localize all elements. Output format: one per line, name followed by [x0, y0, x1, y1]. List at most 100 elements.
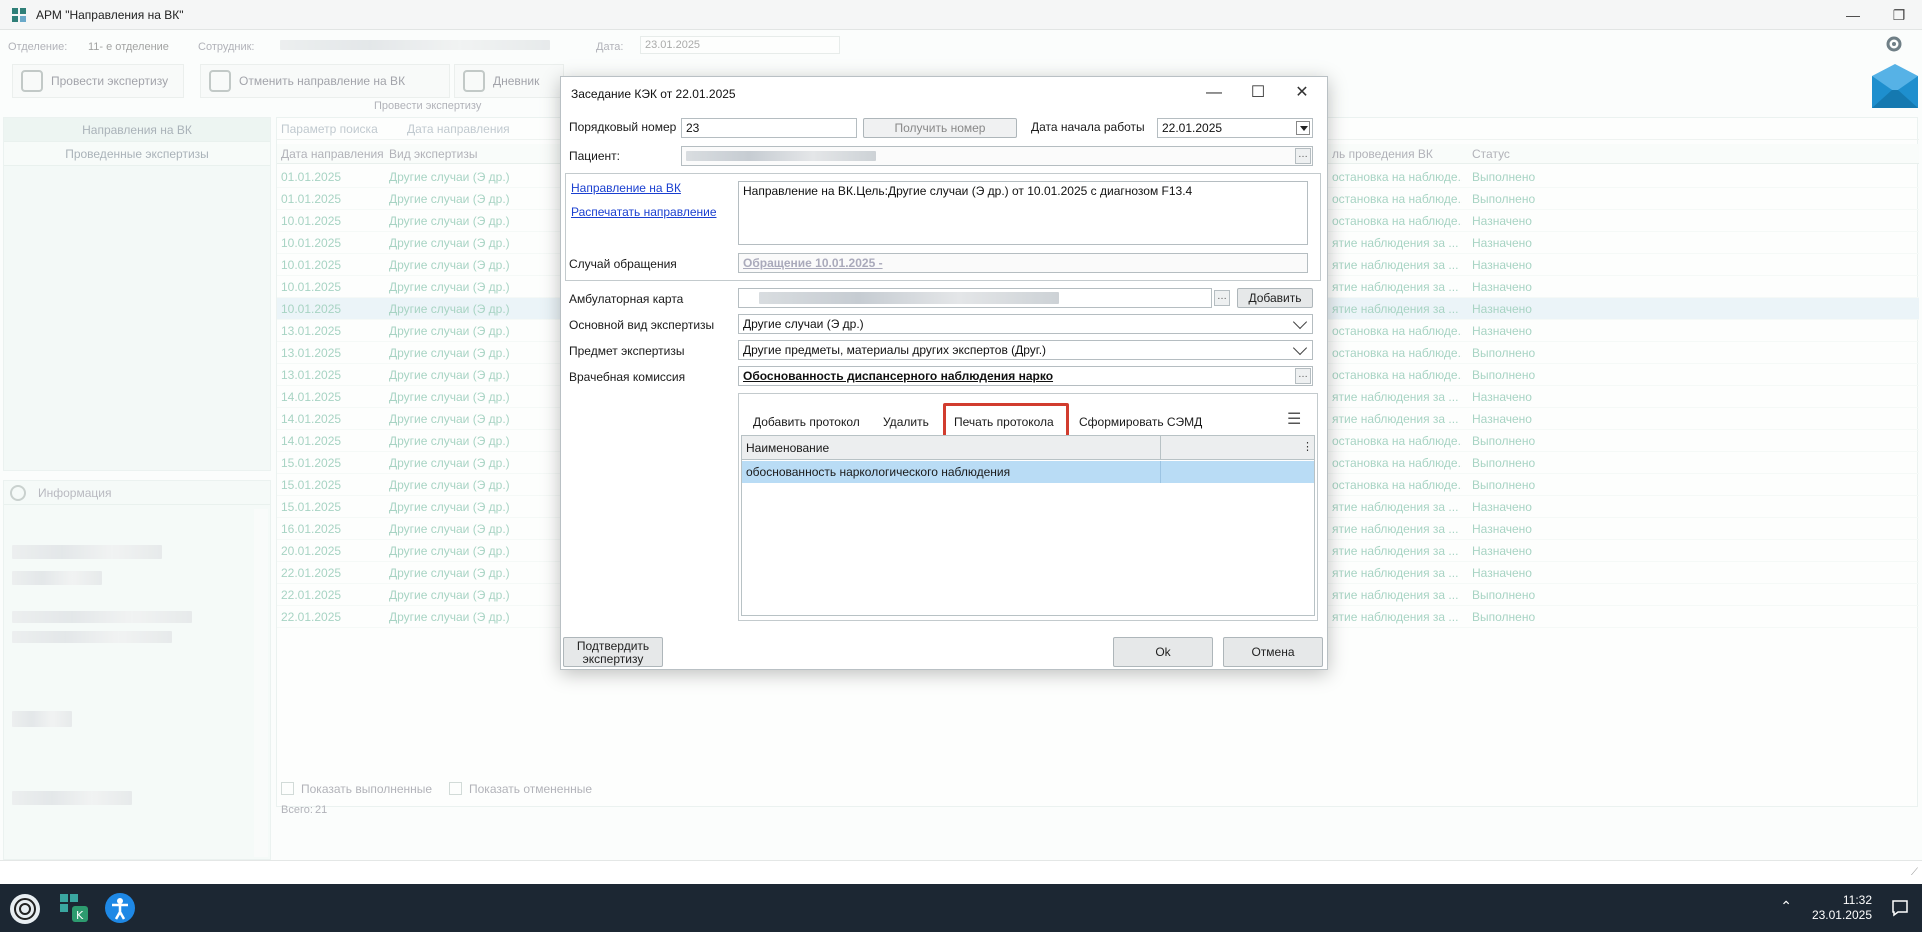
ok-button[interactable]: Ok — [1113, 637, 1213, 667]
cell-kind: Другие случаи (Э др.) — [389, 236, 510, 250]
col-status[interactable]: Статус — [1472, 147, 1510, 161]
patient-picker-button[interactable]: … — [1295, 148, 1311, 164]
cell-date: 22.01.2025 — [281, 588, 342, 602]
cell-purpose: ятие наблюдения за ... — [1332, 258, 1459, 272]
case-field[interactable]: Обращение 10.01.2025 - — [738, 253, 1308, 273]
col-date[interactable]: Дата направления — [281, 147, 384, 161]
nav-item-referrals[interactable]: Направления на ВК — [4, 118, 270, 142]
confirm-exam-button[interactable]: Подтвердить экспертизу — [563, 637, 663, 667]
info-panel-header[interactable]: Информация — [4, 481, 270, 505]
cell-purpose: остановка на наблюде... — [1332, 434, 1462, 448]
resize-grip-icon[interactable]: ⟋ — [1911, 867, 1918, 878]
cell-date: 15.01.2025 — [281, 500, 342, 514]
commission-label: Врачебная комиссия — [569, 370, 686, 384]
restore-icon[interactable]: ❐ — [1888, 5, 1910, 25]
clock-time: 11:32 — [1842, 893, 1872, 907]
kebab-icon[interactable]: ⋮ — [1302, 440, 1313, 453]
menu-icon[interactable]: ☰ — [1287, 409, 1301, 429]
cell-status: Назначено — [1472, 566, 1532, 580]
accessibility-icon[interactable] — [104, 892, 136, 924]
start-date-input[interactable]: 22.01.2025 — [1157, 118, 1313, 138]
cell-status: Назначено — [1472, 280, 1532, 294]
order-number-input[interactable]: 23 — [681, 118, 857, 138]
cell-status: Назначено — [1472, 302, 1532, 316]
mail-envelope-icon[interactable] — [1870, 62, 1920, 112]
cell-purpose: ятие наблюдения за ... — [1332, 500, 1459, 514]
add-card-button[interactable]: Добавить — [1237, 288, 1313, 308]
examine-button-label: Провести экспертизу — [51, 74, 169, 88]
commission-field[interactable]: Обоснованность диспансерного наблюдения … — [738, 366, 1313, 386]
diary-button[interactable]: Дневник — [454, 64, 564, 98]
patient-field[interactable] — [681, 146, 1313, 166]
dialog-maximize-icon[interactable]: ☐ — [1243, 81, 1273, 105]
patient-label: Пациент: — [569, 149, 621, 163]
cell-kind: Другие случаи (Э др.) — [389, 610, 510, 624]
highlight-box — [943, 403, 1069, 439]
taskbar-clock[interactable]: 11:32 23.01.2025 — [1812, 893, 1872, 923]
svg-text:K: K — [76, 909, 84, 922]
cell-purpose: ятие наблюдения за ... — [1332, 280, 1459, 294]
col-kind[interactable]: Вид экспертизы — [389, 147, 477, 161]
date-field[interactable]: 23.01.2025 — [640, 36, 840, 54]
toolbar-group-caption: Провести экспертизу — [374, 100, 482, 112]
outpatient-card-label: Амбулаторная карта — [569, 292, 684, 306]
show-completed-checkbox[interactable] — [281, 782, 294, 795]
referral-link[interactable]: Направление на ВК — [571, 181, 681, 195]
cell-kind: Другие случаи (Э др.) — [389, 214, 510, 228]
start-date-label: Дата начала работы — [1031, 120, 1145, 134]
outpatient-card-picker[interactable]: … — [1214, 290, 1230, 306]
print-referral-link[interactable]: Распечатать направление — [571, 205, 717, 219]
cell-purpose: ятие наблюдения за ... — [1332, 544, 1459, 558]
employee-value-redacted[interactable] — [280, 40, 550, 50]
col-name[interactable]: Наименование — [746, 441, 829, 455]
notification-icon[interactable] — [1890, 898, 1910, 918]
start-date-dropdown[interactable] — [1296, 121, 1310, 135]
app-taskbar-icon[interactable]: K — [58, 892, 90, 924]
minimize-icon[interactable]: — — [1842, 5, 1864, 25]
start-button-icon[interactable] — [8, 892, 42, 926]
subject-select[interactable]: Другие предметы, материалы других экспер… — [738, 340, 1313, 360]
examine-button[interactable]: Провести экспертизу — [12, 64, 184, 98]
settings-gear-icon[interactable] — [1884, 34, 1904, 54]
main-kind-select[interactable]: Другие случаи (Э др.) — [738, 314, 1313, 334]
dialog-close-icon[interactable]: ✕ — [1287, 81, 1317, 105]
cell-kind: Другие случаи (Э др.) — [389, 566, 510, 580]
cell-status: Выполнено — [1472, 346, 1536, 360]
info-panel-title: Информация — [38, 486, 112, 500]
redacted-info — [12, 571, 102, 585]
kek-meeting-dialog: Заседание КЭК от 22.01.2025 — ☐ ✕ Порядк… — [560, 76, 1328, 670]
cancel-referral-button[interactable]: Отменить направление на ВК — [200, 64, 450, 98]
cell-status: Выполнено — [1472, 170, 1536, 184]
dialog-minimize-icon[interactable]: — — [1199, 81, 1229, 105]
protocol-row-name: обоснованность наркологического наблюден… — [746, 465, 1011, 479]
info-panel-scrollbar[interactable] — [254, 509, 268, 857]
add-protocol-button[interactable]: Добавить протокол — [753, 415, 860, 429]
nav-item-completed-exams[interactable]: Проведенные экспертизы — [4, 142, 270, 166]
outpatient-card-field[interactable] — [738, 288, 1212, 308]
show-cancelled-checkbox[interactable] — [449, 782, 462, 795]
col-purpose[interactable]: ль проведения ВК — [1332, 147, 1433, 161]
search-param-value[interactable]: Дата направления — [407, 122, 510, 136]
referral-text-area[interactable]: Направление на ВК.Цель:Другие случаи (Э … — [738, 181, 1308, 245]
team-cancel-icon — [209, 70, 231, 92]
delete-protocol-button[interactable]: Удалить — [883, 415, 929, 429]
cell-kind: Другие случаи (Э др.) — [389, 192, 510, 206]
tray-chevron-up-icon[interactable]: ⌃ — [1780, 898, 1792, 915]
cell-kind: Другие случаи (Э др.) — [389, 258, 510, 272]
cell-date: 13.01.2025 — [281, 324, 342, 338]
department-value[interactable]: 11- е отделение — [88, 41, 169, 53]
redacted-info — [12, 631, 172, 643]
protocol-row[interactable]: обоснованность наркологического наблюден… — [742, 461, 1314, 483]
app-icon — [12, 8, 26, 22]
commission-picker[interactable]: … — [1295, 368, 1311, 384]
main-kind-label: Основной вид экспертизы — [569, 318, 715, 332]
get-number-button[interactable]: Получить номер — [863, 118, 1017, 138]
form-semd-button[interactable]: Сформировать СЭМД — [1079, 415, 1202, 429]
cell-status: Выполнено — [1472, 368, 1536, 382]
window-titlebar: АРМ "Направления на ВК" — ❐ — [0, 0, 1922, 30]
cancel-button[interactable]: Отмена — [1223, 637, 1323, 667]
cell-status: Назначено — [1472, 324, 1532, 338]
cell-kind: Другие случаи (Э др.) — [389, 324, 510, 338]
total-label: Всего: — [281, 804, 313, 816]
status-strip: ⟋ — [0, 860, 1922, 884]
